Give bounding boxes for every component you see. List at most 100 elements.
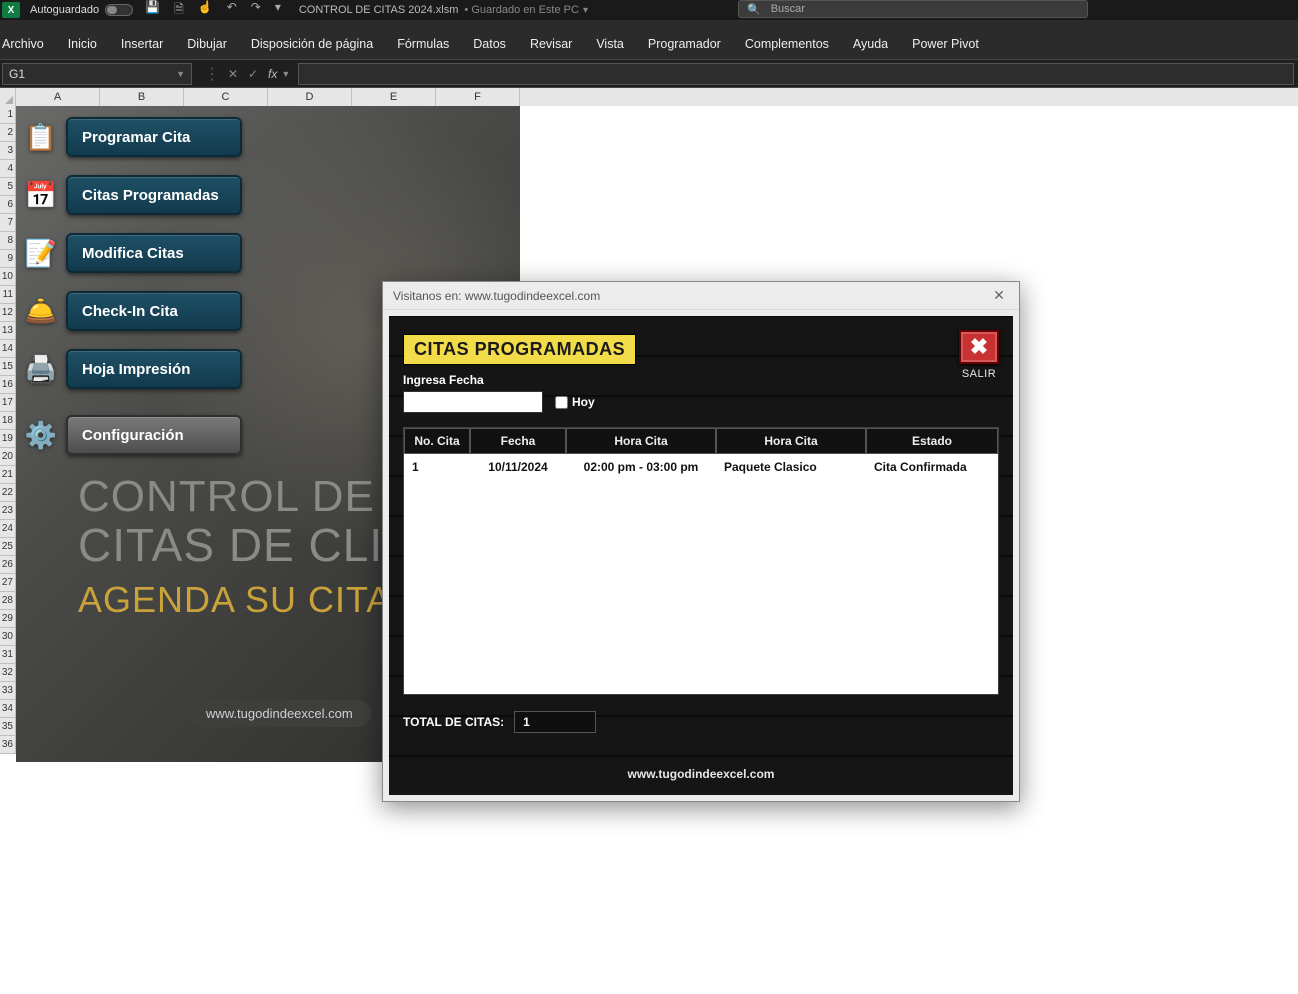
- citas-programadas-button[interactable]: Citas Programadas: [66, 175, 242, 215]
- column-header-d[interactable]: D: [268, 88, 352, 106]
- fecha-input[interactable]: [403, 391, 543, 413]
- tab-disposicion[interactable]: Disposición de página: [239, 27, 385, 59]
- column-header-c[interactable]: C: [184, 88, 268, 106]
- search-input[interactable]: 🔍 Buscar: [738, 0, 1088, 18]
- new-file-icon[interactable]: 🗎: [174, 0, 184, 21]
- save-icon[interactable]: 💾: [145, 0, 160, 21]
- table-row[interactable]: 1 10/11/2024 02:00 pm - 03:00 pm Paquete…: [404, 454, 998, 480]
- worksheet-area[interactable]: 1234567891011121314151617181920212223242…: [0, 106, 1298, 994]
- row-header[interactable]: 24: [0, 520, 16, 538]
- dialog-close-button[interactable]: ✕: [987, 286, 1011, 306]
- tab-ayuda[interactable]: Ayuda: [841, 27, 900, 59]
- edit-note-icon: 📝: [20, 232, 62, 274]
- fx-dropdown-icon[interactable]: ▼: [281, 69, 290, 79]
- row-header[interactable]: 34: [0, 700, 16, 718]
- name-box[interactable]: G1 ▼: [2, 63, 192, 85]
- row-header[interactable]: 31: [0, 646, 16, 664]
- toggle-switch-icon[interactable]: [105, 4, 133, 16]
- tab-complementos[interactable]: Complementos: [733, 27, 841, 59]
- salir-label: SALIR: [959, 368, 999, 380]
- printer-icon: 🖨️: [20, 348, 62, 390]
- row-header[interactable]: 9: [0, 250, 16, 268]
- total-value-box: 1: [514, 711, 596, 733]
- row-header[interactable]: 36: [0, 736, 16, 754]
- tab-datos[interactable]: Datos: [461, 27, 518, 59]
- modifica-citas-button[interactable]: Modifica Citas: [66, 233, 242, 273]
- autosave-label: Autoguardado: [30, 4, 99, 16]
- salir-button[interactable]: ✖: [959, 330, 999, 364]
- gear-icon: ⚙️: [20, 414, 62, 456]
- menu-row-modifica: 📝 Modifica Citas: [20, 232, 242, 274]
- name-box-dropdown-icon[interactable]: ▼: [176, 69, 185, 79]
- tab-inicio[interactable]: Inicio: [56, 27, 109, 59]
- row-header[interactable]: 3: [0, 142, 16, 160]
- row-header[interactable]: 26: [0, 556, 16, 574]
- qat-dropdown-icon[interactable]: ▾: [275, 0, 281, 21]
- column-header-e[interactable]: E: [352, 88, 436, 106]
- row-header[interactable]: 14: [0, 340, 16, 358]
- tab-dibujar[interactable]: Dibujar: [175, 27, 239, 59]
- cancel-formula-icon[interactable]: ✕: [224, 67, 242, 81]
- row-header[interactable]: 32: [0, 664, 16, 682]
- accept-formula-icon[interactable]: ✓: [244, 67, 262, 81]
- tab-archivo[interactable]: Archivo: [0, 27, 56, 59]
- ingresa-fecha-label: Ingresa Fecha: [403, 373, 484, 387]
- tab-powerpivot[interactable]: Power Pivot: [900, 27, 991, 59]
- table-body[interactable]: 1 10/11/2024 02:00 pm - 03:00 pm Paquete…: [404, 454, 998, 694]
- hoy-checkbox[interactable]: Hoy: [555, 395, 595, 409]
- row-header[interactable]: 2: [0, 124, 16, 142]
- row-header[interactable]: 5: [0, 178, 16, 196]
- row-header[interactable]: 30: [0, 628, 16, 646]
- tab-vista[interactable]: Vista: [584, 27, 636, 59]
- citas-table: No. Cita Fecha Hora Cita Hora Cita Estad…: [403, 427, 999, 695]
- row-header[interactable]: 17: [0, 394, 16, 412]
- tab-insertar[interactable]: Insertar: [109, 27, 175, 59]
- row-header[interactable]: 15: [0, 358, 16, 376]
- filename-chevron-icon[interactable]: ▾: [583, 5, 588, 16]
- hoja-impresion-button[interactable]: Hoja Impresión: [66, 349, 242, 389]
- row-header[interactable]: 10: [0, 268, 16, 286]
- tab-formulas[interactable]: Fórmulas: [385, 27, 461, 59]
- checkin-cita-button[interactable]: Check-In Cita: [66, 291, 242, 331]
- row-header[interactable]: 12: [0, 304, 16, 322]
- row-header[interactable]: 28: [0, 592, 16, 610]
- configuracion-button[interactable]: Configuración: [66, 415, 242, 455]
- row-header[interactable]: 7: [0, 214, 16, 232]
- row-header[interactable]: 4: [0, 160, 16, 178]
- row-header[interactable]: 25: [0, 538, 16, 556]
- hoy-checkbox-input[interactable]: [555, 396, 568, 409]
- row-header[interactable]: 35: [0, 718, 16, 736]
- tab-programador[interactable]: Programador: [636, 27, 733, 59]
- column-header-f[interactable]: F: [436, 88, 520, 106]
- column-header-b[interactable]: B: [100, 88, 184, 106]
- row-header[interactable]: 22: [0, 484, 16, 502]
- formula-input[interactable]: [298, 63, 1294, 85]
- row-header[interactable]: 1: [0, 106, 16, 124]
- row-header[interactable]: 6: [0, 196, 16, 214]
- dialog-titlebar[interactable]: Visitanos en: www.tugodindeexcel.com ✕: [383, 282, 1019, 310]
- autosave-toggle[interactable]: Autoguardado: [30, 4, 133, 16]
- row-header[interactable]: 29: [0, 610, 16, 628]
- tab-revisar[interactable]: Revisar: [518, 27, 584, 59]
- select-all-corner[interactable]: [0, 88, 16, 106]
- row-header[interactable]: 11: [0, 286, 16, 304]
- row-header[interactable]: 18: [0, 412, 16, 430]
- column-header-a[interactable]: A: [16, 88, 100, 106]
- row-header[interactable]: 8: [0, 232, 16, 250]
- row-header[interactable]: 19: [0, 430, 16, 448]
- menu-row-config: ⚙️ Configuración: [20, 414, 242, 456]
- fx-icon[interactable]: fx: [268, 67, 277, 81]
- row-header[interactable]: 21: [0, 466, 16, 484]
- cell-fecha: 10/11/2024: [470, 458, 566, 476]
- touch-mode-icon[interactable]: ☝: [198, 0, 213, 21]
- row-header[interactable]: 33: [0, 682, 16, 700]
- row-header[interactable]: 23: [0, 502, 16, 520]
- row-header[interactable]: 20: [0, 448, 16, 466]
- row-header[interactable]: 16: [0, 376, 16, 394]
- dialog-footer-url: www.tugodindeexcel.com: [403, 767, 999, 781]
- row-header[interactable]: 13: [0, 322, 16, 340]
- undo-icon[interactable]: ↶: [227, 0, 237, 21]
- redo-icon[interactable]: ↷: [251, 0, 261, 21]
- programar-cita-button[interactable]: Programar Cita: [66, 117, 242, 157]
- row-header[interactable]: 27: [0, 574, 16, 592]
